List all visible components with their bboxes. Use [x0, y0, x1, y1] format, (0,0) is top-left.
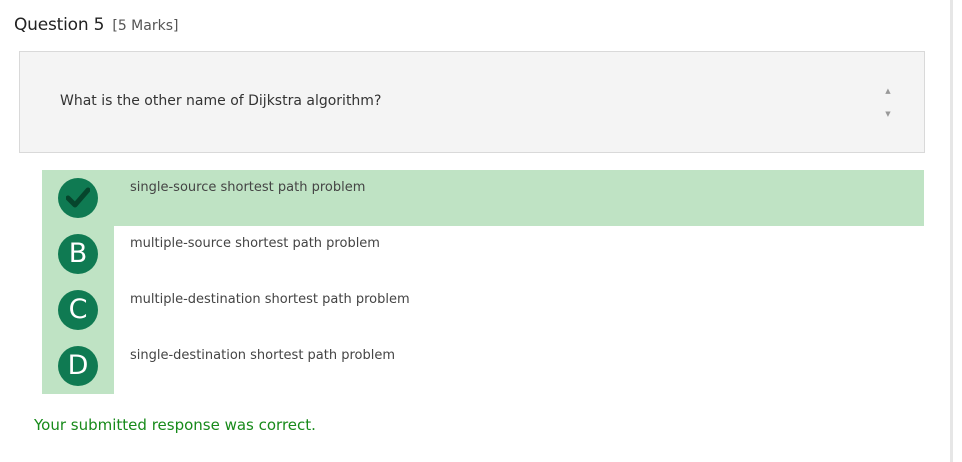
question-box: What is the other name of Dijkstra algor… [19, 51, 925, 153]
option-c-badge: C [58, 290, 98, 330]
question-marks: [5 Marks] [112, 18, 179, 34]
question-heading: Question 5 [5 Marks] [14, 15, 178, 35]
scroll-down-icon[interactable]: ▼ [883, 109, 893, 119]
feedback-message: Your submitted response was correct. [34, 416, 316, 434]
option-a-text: single-source shortest path problem [130, 180, 366, 195]
option-a-badge [58, 178, 98, 218]
option-c[interactable]: C multiple-destination shortest path pro… [42, 282, 924, 338]
option-d-badge: D [58, 346, 98, 386]
scroll-up-icon[interactable]: ▲ [883, 86, 893, 96]
page-right-border [950, 0, 953, 462]
option-badge-column: B [42, 226, 114, 282]
option-c-text: multiple-destination shortest path probl… [130, 292, 410, 307]
question-text: What is the other name of Dijkstra algor… [60, 93, 382, 109]
option-b-text: multiple-source shortest path problem [130, 236, 380, 251]
option-d[interactable]: D single-destination shortest path probl… [42, 338, 924, 394]
answer-options: single-source shortest path problem B mu… [42, 170, 924, 394]
option-a[interactable]: single-source shortest path problem [42, 170, 924, 226]
option-badge-column: C [42, 282, 114, 338]
option-badge-column: D [42, 338, 114, 394]
question-title: Question 5 [14, 15, 105, 35]
option-b[interactable]: B multiple-source shortest path problem [42, 226, 924, 282]
check-icon [66, 187, 90, 208]
option-d-text: single-destination shortest path problem [130, 348, 396, 363]
option-badge-column [42, 170, 114, 226]
option-b-badge: B [58, 234, 98, 274]
